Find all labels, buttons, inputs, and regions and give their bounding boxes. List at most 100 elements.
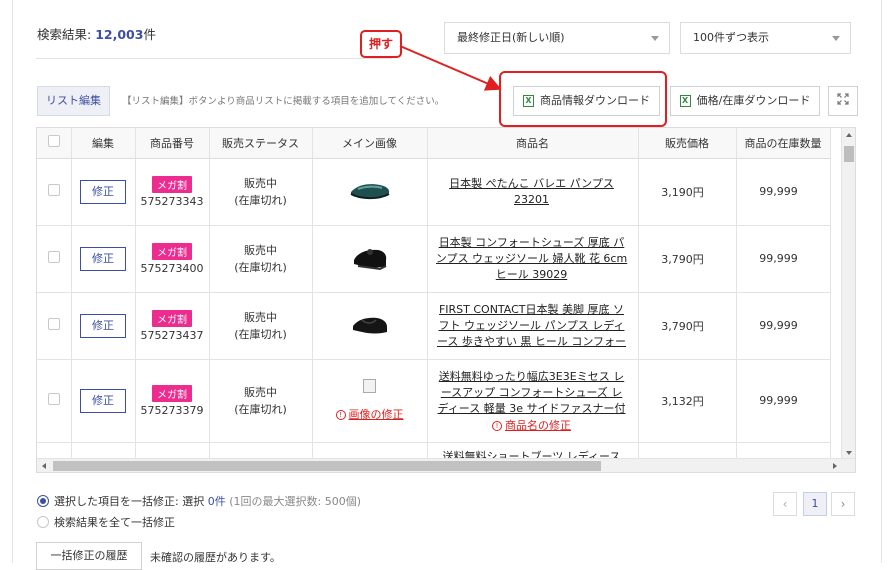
column-header: 商品番号 — [135, 128, 210, 159]
table-row: 修正 メガ割 575273400 販売中 (在庫切れ) 日本製 コンフォートシューズ… — [37, 225, 831, 293]
per-page-select-value: 100件ずつ表示 — [693, 31, 769, 44]
price-cell: 3,190円 — [638, 158, 737, 226]
row-select-cell — [37, 225, 72, 293]
mega-sale-badge: メガ割 — [152, 309, 192, 327]
status-text: 販売中 — [244, 310, 277, 324]
flat-shoe-image — [350, 184, 389, 200]
product-number-cell: メガ割 575273343 — [135, 158, 210, 226]
edit-cell: 修正 — [71, 225, 136, 293]
bulk-edit-history-button[interactable]: 一括修正の履歴 — [36, 542, 142, 570]
bulk-edit-selected-option[interactable]: 選択した項目を一括修正: 選択 0件 (1回の最大選択数: 500個) — [37, 493, 361, 509]
name-fix-link-wrapper: ! 商品名の修正 — [492, 419, 571, 432]
product-name-cell: 日本製 コンフォートシューズ 厚底 パンプス ウェッジソール 婦人靴 花 6cm… — [427, 225, 639, 293]
per-page-select[interactable]: 100件ずつ表示 — [680, 22, 851, 54]
pager-current-page[interactable]: 1 — [803, 492, 827, 516]
status-cell: 販売中 (在庫切れ) — [209, 292, 313, 360]
row-checkbox[interactable] — [47, 251, 60, 263]
status-cell: 販売中 (在庫切れ) — [209, 359, 313, 443]
vertical-scrollbar[interactable] — [841, 128, 855, 460]
status-cell: 販売中 (在庫切れ) — [209, 158, 313, 226]
horizontal-scrollbar[interactable] — [37, 458, 855, 472]
wedge-pump-image — [353, 249, 386, 271]
column-header: 販売価格 — [638, 128, 737, 159]
header-select-all[interactable] — [37, 128, 72, 159]
product-number-cell: メガ割 575273400 — [135, 225, 210, 293]
edit-cell: 修正 — [71, 292, 136, 360]
row-checkbox[interactable] — [47, 393, 60, 405]
edit-cell: 修正 — [71, 158, 136, 226]
column-header: 販売ステータス — [209, 128, 313, 159]
pager-next-button[interactable]: › — [831, 492, 855, 516]
select-all-checkbox[interactable] — [47, 135, 60, 148]
row-checkbox[interactable] — [47, 318, 60, 330]
product-name-cell: 送料無料ゆったり幅広3E3Eミセス レースアップ コンフォートシューズ レディー… — [427, 359, 639, 443]
expand-button[interactable] — [828, 86, 858, 116]
mega-sale-badge: メガ割 — [152, 175, 192, 193]
main-image-cell — [312, 292, 428, 360]
status-text: 販売中 — [244, 243, 277, 257]
list-edit-hint: 【リスト編集】ボタンより商品リストに掲載する項目を追加してください。 — [122, 96, 445, 107]
selected-limit-note: (1回の最大選択数: 500個) — [229, 495, 361, 508]
product-number: 575273379 — [140, 403, 204, 417]
image-fix-link-wrapper: ! 画像の修正 — [335, 406, 404, 422]
expand-icon — [837, 93, 849, 105]
wedge-pump-image — [352, 317, 387, 334]
scroll-up-icon[interactable] — [846, 133, 852, 137]
radio-all-label: 検索結果を全て一括修正 — [54, 516, 175, 529]
scroll-thumb[interactable] — [844, 146, 854, 162]
download-price-label: 価格/在庫ダウンロード — [696, 94, 811, 107]
result-unit: 件 — [143, 27, 156, 42]
sort-select-value: 最終修正日(新しい順) — [457, 31, 565, 44]
pager-prev-button[interactable]: ‹ — [773, 492, 797, 516]
product-number-cell: メガ割 575273437 — [135, 292, 210, 360]
image-fix-link[interactable]: 画像の修正 — [349, 408, 404, 421]
edit-button[interactable]: 修正 — [80, 313, 126, 338]
list-edit-button[interactable]: リスト編集 — [37, 86, 110, 116]
product-number: 575273437 — [140, 328, 204, 342]
product-table: 編集 商品番号 販売ステータス メイン画像 商品名 販売価格 商品の在庫数量 修… — [37, 128, 831, 472]
status-cell: 販売中 (在庫切れ) — [209, 225, 313, 293]
product-name-link[interactable]: 送料無料ゆったり幅広3E3Eミセス レースアップ コンフォートシューズ レディー… — [436, 369, 628, 417]
scroll-thumb[interactable] — [53, 461, 601, 471]
product-name-link[interactable]: 日本製 ぺたんこ バレエ パンプス 23201 — [436, 176, 628, 208]
stock-cell: 99,999 — [736, 292, 831, 360]
row-select-cell — [37, 292, 72, 360]
scroll-left-icon[interactable] — [42, 463, 46, 469]
product-name-link[interactable]: 日本製 コンフォートシューズ 厚底 パンプス ウェッジソール 婦人靴 花 6cm… — [436, 235, 628, 283]
excel-icon: X — [679, 95, 691, 107]
edit-button[interactable]: 修正 — [80, 179, 126, 204]
product-name-link[interactable]: FIRST CONTACT日本製 美脚 厚底 ソフト ウェッジソール パンプス … — [436, 302, 628, 350]
bulk-edit-all-option[interactable]: 検索結果を全て一括修正 — [37, 514, 175, 530]
edit-cell: 修正 — [71, 359, 136, 443]
result-count: 検索結果: 12,003件 — [37, 24, 156, 43]
scroll-right-icon[interactable] — [833, 463, 837, 469]
result-number: 12,003 — [95, 27, 144, 42]
download-price-stock-button[interactable]: X 価格/在庫ダウンロード — [670, 86, 820, 116]
chevron-down-icon — [651, 36, 659, 41]
column-header: 商品名 — [427, 128, 639, 159]
scroll-down-icon[interactable] — [846, 451, 852, 455]
radio-selected[interactable] — [37, 495, 49, 507]
product-name-cell: FIRST CONTACT日本製 美脚 厚底 ソフト ウェッジソール パンプス … — [427, 292, 639, 360]
edit-button[interactable]: 修正 — [80, 388, 126, 413]
edit-button[interactable]: 修正 — [80, 246, 126, 271]
status-text: 販売中 — [244, 385, 277, 399]
column-header: 商品の在庫数量 — [736, 128, 831, 159]
name-fix-link[interactable]: 商品名の修正 — [505, 419, 571, 432]
download-product-label: 商品情報ダウンロード — [540, 94, 650, 107]
row-checkbox[interactable] — [47, 184, 60, 196]
price-cell: 3,132円 — [638, 359, 737, 443]
table-row: 修正 メガ割 575273343 販売中 (在庫切れ) 日本製 ぺたんこ バレエ パ… — [37, 158, 831, 226]
table-row: 修正 メガ割 575273437 販売中 (在庫切れ) FIRST CONTACT日… — [37, 292, 831, 360]
mega-sale-badge: メガ割 — [152, 242, 192, 260]
row-select-cell — [37, 359, 72, 443]
radio-all[interactable] — [37, 516, 49, 528]
product-table-container: 編集 商品番号 販売ステータス メイン画像 商品名 販売価格 商品の在庫数量 修… — [36, 127, 856, 473]
download-product-info-button[interactable]: X 商品情報ダウンロード — [513, 86, 660, 116]
status-subtext: (在庫切れ) — [234, 193, 287, 207]
header-divider — [36, 58, 392, 59]
status-subtext: (在庫切れ) — [234, 327, 287, 341]
result-label: 検索結果: — [37, 27, 92, 42]
status-subtext: (在庫切れ) — [234, 260, 287, 274]
status-subtext: (在庫切れ) — [234, 402, 287, 416]
